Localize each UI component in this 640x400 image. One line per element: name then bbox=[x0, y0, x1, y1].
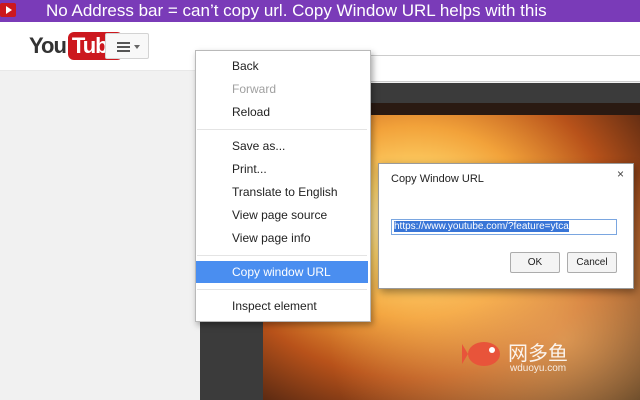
copy-url-dialog: Copy Window URL × https://www.youtube.co… bbox=[378, 163, 634, 289]
logo-you-text: You bbox=[29, 33, 67, 58]
ok-button[interactable]: OK bbox=[510, 252, 560, 273]
menu-item-view-source[interactable]: View page source bbox=[196, 204, 368, 226]
hamburger-menu-icon bbox=[117, 42, 130, 52]
url-field[interactable]: https://www.youtube.com/?feature=ytca bbox=[391, 219, 617, 235]
promo-banner: No Address bar = can’t copy url. Copy Wi… bbox=[0, 0, 640, 22]
menu-separator bbox=[197, 129, 367, 130]
context-menu: Back Forward Reload Save as... Print... … bbox=[195, 50, 371, 322]
close-icon[interactable]: × bbox=[617, 167, 624, 181]
banner-text: No Address bar = can’t copy url. Copy Wi… bbox=[46, 1, 547, 20]
menu-item-copy-window-url[interactable]: Copy window URL bbox=[196, 261, 368, 283]
menu-item-translate[interactable]: Translate to English bbox=[196, 181, 368, 203]
menu-item-print[interactable]: Print... bbox=[196, 158, 368, 180]
fish-logo-icon bbox=[462, 342, 500, 366]
menu-item-page-info[interactable]: View page info bbox=[196, 227, 368, 249]
dialog-title: Copy Window URL bbox=[391, 173, 484, 185]
watermark-url: wduoyu.com bbox=[510, 363, 567, 374]
menu-item-forward: Forward bbox=[232, 82, 277, 96]
menu-item-save-as[interactable]: Save as... bbox=[196, 135, 368, 157]
youtube-play-icon bbox=[0, 3, 16, 17]
menu-item-inspect[interactable]: Inspect element bbox=[196, 295, 368, 317]
watermark: 网多鱼 wduoyu.com bbox=[462, 333, 602, 381]
watermark-cn-text: 网多鱼 bbox=[508, 341, 568, 365]
url-selected-text[interactable]: https://www.youtube.com/?feature=ytca bbox=[394, 221, 569, 232]
cancel-button[interactable]: Cancel bbox=[567, 252, 617, 273]
menu-item-reload[interactable]: Reload bbox=[196, 101, 368, 123]
menu-separator bbox=[197, 255, 367, 256]
menu-item-back[interactable]: Back bbox=[196, 55, 368, 77]
menu-separator bbox=[197, 289, 367, 290]
guide-menu-button[interactable] bbox=[105, 33, 149, 59]
chevron-down-icon bbox=[134, 45, 140, 49]
